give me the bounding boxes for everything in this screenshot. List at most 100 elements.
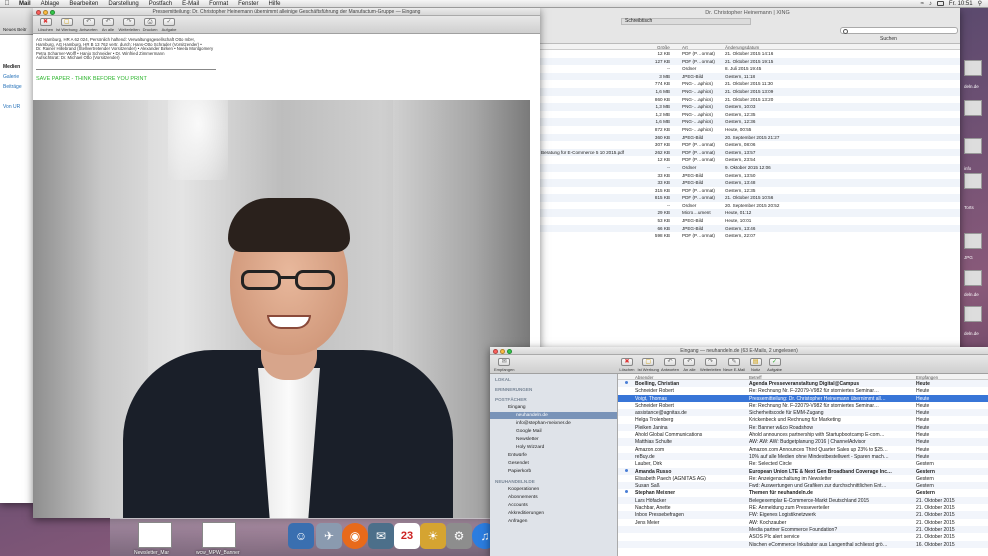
message-row[interactable]: Boelling, Christian Agenda Presseveransta…: [618, 380, 988, 388]
file-row[interactable]: 33 KB JPEG-Bild Gestern, 13:50: [535, 172, 960, 180]
forward-button[interactable]: ↷ Weiterleiten: [119, 18, 140, 32]
desktop-file-icon[interactable]: [964, 173, 982, 189]
file-row[interactable]: 33 KB JPEG-Bild Gestern, 13:48: [535, 179, 960, 187]
task-button[interactable]: ✓ Aufgabe: [161, 18, 178, 32]
minimize-button[interactable]: [500, 348, 505, 354]
battery-icon[interactable]: [936, 1, 944, 6]
desktop-file-icon[interactable]: [964, 138, 982, 154]
file-row[interactable]: -- Ordner 20. September 2015 20:52: [535, 202, 960, 210]
column-kind[interactable]: Art: [682, 45, 688, 50]
message-row[interactable]: Nachbar, Anette RE: Anmeldung zum Pressev…: [618, 504, 988, 511]
finder-icon[interactable]: ☺: [288, 523, 314, 549]
delete-button[interactable]: ✖ Löschen: [618, 358, 635, 372]
message-row[interactable]: Jens Meier AW: Kochzauber 21. Oktober 2015: [618, 519, 988, 526]
menu-hilfe[interactable]: Hilfe: [263, 1, 285, 7]
column-size[interactable]: Größe: [657, 45, 670, 50]
sidebar-folder-requests[interactable]: Anfragen: [508, 519, 527, 524]
message-row[interactable]: Nischen eCommerce Inkubator aus Langenth…: [618, 540, 988, 548]
file-row[interactable]: 598 KB PDF (P…ormat) Gestern, 22:07: [535, 232, 960, 240]
file-row[interactable]: 3 MB JPEG-Bild Gestern, 11:18: [535, 72, 960, 81]
finder-search-input[interactable]: [840, 27, 958, 34]
message-row[interactable]: Helga Trolenberg Krickenbeck und Rechnung…: [618, 416, 988, 423]
finder-search-button[interactable]: Suchen: [880, 36, 897, 42]
wifi-icon[interactable]: ≈: [921, 1, 924, 7]
menu-email[interactable]: E-Mail: [177, 1, 204, 7]
sidebar-header-local[interactable]: LOKAL: [495, 377, 511, 382]
reply-button[interactable]: ↶ Antworten: [661, 358, 679, 372]
sidebar-item-neuhandeln[interactable]: neuhandeln.de: [516, 413, 548, 418]
file-row[interactable]: -- Ordner 8. Juli 2015 19:45: [535, 65, 960, 73]
desktop-file-icon[interactable]: [964, 100, 982, 116]
file-row[interactable]: 1,3 MB PNG-…aphics) Gestern, 10:03: [535, 103, 960, 111]
task-button[interactable]: ✓ Aufgabe: [766, 358, 783, 372]
sidebar-item-google-mail[interactable]: Google Mail: [516, 429, 542, 434]
menu-app-mail[interactable]: Mail: [14, 1, 36, 7]
file-row[interactable]: 53 KB JPEG-Bild Heute, 10:01: [535, 217, 960, 225]
dock-minimized-window[interactable]: [202, 522, 236, 548]
message-row[interactable]: Pleiken Janina Re: Banner w&co Roadshow He…: [618, 423, 988, 432]
junk-button[interactable]: ▢ Ist Werbung: [637, 358, 659, 372]
reply-button[interactable]: ↶ Antworten: [80, 18, 98, 32]
file-row[interactable]: 360 KB JPEG-Bild 20. September 2015 21:27: [535, 133, 960, 142]
menu-format[interactable]: Format: [204, 1, 233, 7]
menu-postfach[interactable]: Postfach: [144, 1, 177, 7]
mail-icon[interactable]: ✉: [368, 523, 394, 549]
file-row[interactable]: 307 KB PDF (P…ormat) Gestern, 08:06: [535, 141, 960, 149]
file-row[interactable]: -- Ordner 9. Oktober 2015 12:06: [535, 163, 960, 172]
file-row[interactable]: 12 KB PDF (P…ormat) Gestern, 23:54: [535, 156, 960, 164]
sidebar-folder-subscriptions[interactable]: Abonnements: [508, 495, 538, 500]
message-row[interactable]: Media partner Ecommerce Foundation? 21. O…: [618, 525, 988, 534]
sidebar-item-holy-wizzard[interactable]: Holy Wizzard: [516, 445, 544, 450]
file-row[interactable]: 1,6 MB PNG-…aphics) 21. Oktober 2015 13:09: [535, 87, 960, 96]
message-row[interactable]: Schneider Robert Re: Rechnung Nr. F-22079…: [618, 402, 988, 409]
sidebar-item-account-selected[interactable]: [490, 412, 617, 419]
message-row[interactable]: Lauber, Dirk Re: Selected Circle Gestern: [618, 460, 988, 467]
close-button[interactable]: [36, 9, 41, 15]
message-row[interactable]: Susan Saß Fwd: Auswertungen und Grafiken …: [618, 482, 988, 490]
sidebar-header-reminders[interactable]: ERINNERUNGEN: [495, 387, 532, 392]
message-row[interactable]: Amazon.com Amazon.com Announces Third Qua…: [618, 446, 988, 453]
sidebar-header-mailboxes[interactable]: POSTFÄCHER: [495, 397, 527, 402]
file-row[interactable]: 860 KB PNG-…aphics) 21. Oktober 2015 13:20: [535, 96, 960, 104]
sidebar-item-drafts[interactable]: Entwürfe: [508, 453, 527, 458]
reply-all-button[interactable]: ↶ An alle: [100, 18, 117, 32]
dock-minimized-window[interactable]: [138, 522, 172, 548]
forward-button[interactable]: ↷ Weiterleiten: [700, 358, 721, 372]
sidebar-item-media[interactable]: Medien: [3, 64, 20, 70]
desktop-file-icon[interactable]: [964, 60, 982, 76]
note-button[interactable]: ▤ Notiz: [747, 358, 764, 372]
apple-menu-icon[interactable]: : [0, 0, 14, 7]
close-button[interactable]: [493, 348, 498, 354]
desktop-file-icon[interactable]: [964, 306, 982, 322]
firefox-icon[interactable]: ◉: [342, 523, 368, 549]
file-row[interactable]: Beratung für E-Commerce 5 10 2015.pdf 262…: [535, 148, 960, 157]
file-row[interactable]: 12 KB PDF (P…ormat) 21. Oktober 2015 14:16: [535, 50, 960, 58]
message-row[interactable]: ASOS Plc alert service 21. Oktober 2015: [618, 533, 988, 540]
print-button[interactable]: ⎙ Drucken: [142, 18, 159, 32]
minimize-button[interactable]: [43, 9, 48, 15]
message-row[interactable]: assistance@agnitas.de Sicherheitscode für…: [618, 409, 988, 417]
message-row[interactable]: Ahold Global Communications Ahold announc…: [618, 431, 988, 438]
zoom-button[interactable]: [50, 9, 55, 15]
menu-fenster[interactable]: Fenster: [233, 1, 263, 7]
get-mail-button[interactable]: ✉ Empfangen: [494, 358, 514, 372]
reply-all-button[interactable]: ↶ An alle: [681, 358, 698, 372]
file-row[interactable]: 66 KB JPEG-Bild Gestern, 13:46: [535, 224, 960, 233]
iphoto-icon[interactable]: ☀: [420, 523, 446, 549]
message-row[interactable]: Elisabeth Paech (AGNITAS AG) Re: Anzeigen…: [618, 475, 988, 482]
message-row[interactable]: Matthias Schulte AW: AW: AW: Budgetplanun…: [618, 438, 988, 446]
file-row[interactable]: 29 KB Micro…ument Heute, 01:12: [535, 209, 960, 218]
desktop-file-icon[interactable]: [964, 233, 982, 249]
sidebar-item-trash[interactable]: Papierkorb: [508, 469, 531, 474]
sidebar-folder-accreditations[interactable]: Akkreditierungen: [508, 511, 544, 516]
menu-ablage[interactable]: Ablage: [36, 1, 65, 7]
volume-icon[interactable]: ♪: [929, 1, 932, 7]
message-row[interactable]: Inbox Pressebefragen FW: Eigenes Logistik…: [618, 511, 988, 519]
message-row[interactable]: reBuy.de 10% auf alle Medien ohne Mindest…: [618, 452, 988, 461]
column-subject[interactable]: Betreff: [749, 375, 762, 380]
clock[interactable]: Fr. 10:51: [949, 1, 973, 7]
sidebar-item-sent[interactable]: Gesendet: [508, 461, 529, 466]
sidebar-header-neuhandeln[interactable]: NEUHANDELN.DE: [495, 479, 535, 484]
sidebar-item-from-url[interactable]: Von UR: [3, 104, 20, 110]
sidebar-folder-accounts[interactable]: Accounts: [508, 503, 528, 508]
